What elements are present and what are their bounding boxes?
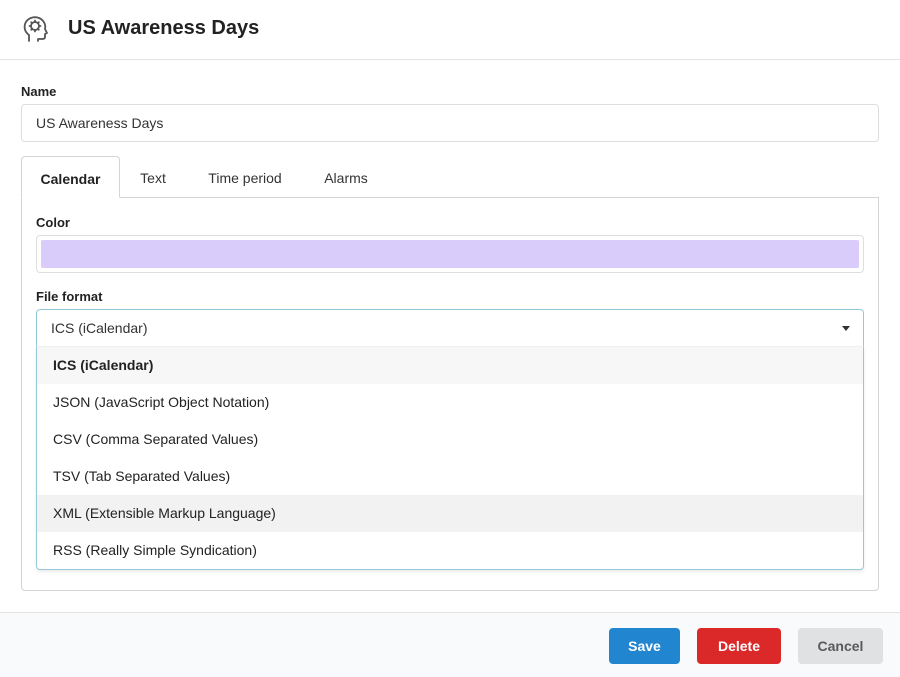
tab-text[interactable]: Text — [127, 156, 179, 198]
file-format-option-xml[interactable]: XML (Extensible Markup Language) — [37, 495, 863, 532]
caret-down-icon — [842, 326, 850, 331]
modal-title: US Awareness Days — [68, 17, 260, 39]
head-brain-icon — [20, 15, 50, 45]
file-format-option-ics[interactable]: ICS (iCalendar) — [37, 347, 863, 384]
tab-alarms[interactable]: Alarms — [313, 156, 379, 198]
delete-button[interactable]: Delete — [697, 628, 781, 664]
file-format-menu: ICS (iCalendar) JSON (JavaScript Object … — [36, 346, 864, 570]
file-format-option-json[interactable]: JSON (JavaScript Object Notation) — [37, 384, 863, 421]
file-format-option-csv[interactable]: CSV (Comma Separated Values) — [37, 421, 863, 458]
file-format-label: File format — [36, 289, 103, 304]
modal-header: US Awareness Days — [0, 0, 900, 60]
file-format-option-tsv[interactable]: TSV (Tab Separated Values) — [37, 458, 863, 495]
cancel-button[interactable]: Cancel — [798, 628, 883, 664]
save-button[interactable]: Save — [609, 628, 680, 664]
file-format-selected-value: ICS (iCalendar) — [51, 320, 148, 336]
color-swatch — [41, 240, 859, 268]
tab-calendar[interactable]: Calendar — [21, 156, 120, 198]
file-format-dropdown[interactable]: ICS (iCalendar) — [36, 309, 864, 347]
name-input[interactable] — [21, 104, 879, 142]
tab-bar: Calendar Text Time period Alarms — [21, 156, 879, 198]
file-format-option-rss[interactable]: RSS (Really Simple Syndication) — [37, 532, 863, 569]
name-label: Name — [21, 84, 57, 99]
color-label: Color — [36, 215, 70, 230]
color-picker[interactable] — [36, 235, 864, 273]
tab-time-period[interactable]: Time period — [199, 156, 291, 198]
modal-footer: Save Delete Cancel — [0, 612, 900, 677]
